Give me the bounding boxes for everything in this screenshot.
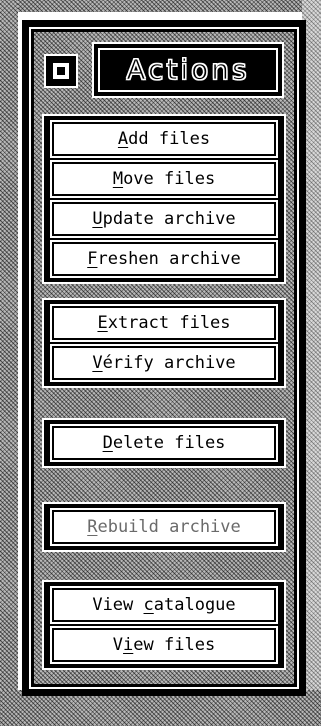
button-group-archive: Add files Move files Update archive Freshen… [42, 114, 286, 284]
background-window-edge [0, 0, 18, 700]
verify-archive-button[interactable]: Vérify archive [52, 346, 276, 380]
button-label: View files [113, 635, 215, 655]
button-group-view: View catalogue View files [42, 580, 286, 670]
label-prefix: View [92, 595, 144, 615]
hotkey-letter: M [112, 169, 124, 189]
label-suffix: pdate archive [102, 209, 236, 229]
hotkey-letter: i [123, 635, 134, 655]
button-label: Delete files [103, 433, 226, 453]
label-suffix: reshen archive [97, 249, 241, 269]
hotkey-letter: c [143, 595, 154, 615]
view-catalogue-button[interactable]: View catalogue [52, 588, 276, 622]
hotkey-letter: E [97, 313, 108, 333]
rebuild-archive-button[interactable]: Rebuild archive [52, 510, 276, 544]
freshen-archive-button[interactable]: Freshen archive [52, 242, 276, 276]
title-panel-inner: Actions [98, 48, 278, 92]
button-label: Freshen archive [87, 249, 241, 269]
window-title: Actions [126, 53, 250, 86]
label-suffix: ove files [123, 169, 216, 189]
close-box-glyph [51, 61, 71, 81]
desktop-pattern-top [0, 0, 321, 12]
move-files-button[interactable]: Move files [52, 162, 276, 196]
window-close-icon[interactable] [44, 54, 78, 88]
hotkey-letter: A [117, 129, 129, 149]
button-label: Vérify archive [92, 353, 235, 373]
label-prefix: V [112, 635, 124, 655]
extract-files-button[interactable]: Extract files [52, 306, 276, 340]
button-label: Update archive [92, 209, 235, 229]
hotkey-letter: F [87, 249, 98, 269]
button-group-rebuild: Rebuild archive [42, 502, 286, 552]
button-group-extract: Extract files Vérify archive [42, 298, 286, 388]
add-files-button[interactable]: Add files [52, 122, 276, 156]
title-bar[interactable]: Actions [34, 32, 294, 106]
hotkey-letter: R [87, 517, 98, 537]
view-files-button[interactable]: View files [52, 628, 276, 662]
button-label: View catalogue [92, 595, 235, 615]
label-suffix: atalogue [153, 595, 236, 615]
label-suffix: dd files [128, 129, 211, 149]
delete-files-button[interactable]: Delete files [52, 426, 276, 460]
label-suffix: xtract files [107, 313, 231, 333]
dialog-body: Actions Add files Move files Update archiv… [34, 32, 294, 684]
hotkey-letter: V [92, 353, 103, 373]
hotkey-letter: U [92, 209, 103, 229]
label-suffix: ebuild archive [97, 517, 241, 537]
button-label: Add files [118, 129, 210, 149]
button-label: Extract files [97, 313, 230, 333]
update-archive-button[interactable]: Update archive [52, 202, 276, 236]
hotkey-letter: D [102, 433, 113, 453]
actions-dialog: Actions Add files Move files Update archiv… [22, 20, 306, 696]
button-label: Move files [113, 169, 215, 189]
label-suffix: érify archive [102, 353, 236, 373]
label-suffix: ew files [133, 635, 216, 655]
button-label: Rebuild archive [87, 517, 241, 537]
title-panel[interactable]: Actions [92, 42, 284, 98]
button-group-delete: Delete files [42, 418, 286, 468]
dialog-frame: Actions Add files Move files Update archiv… [29, 27, 299, 689]
label-suffix: elete files [112, 433, 226, 453]
